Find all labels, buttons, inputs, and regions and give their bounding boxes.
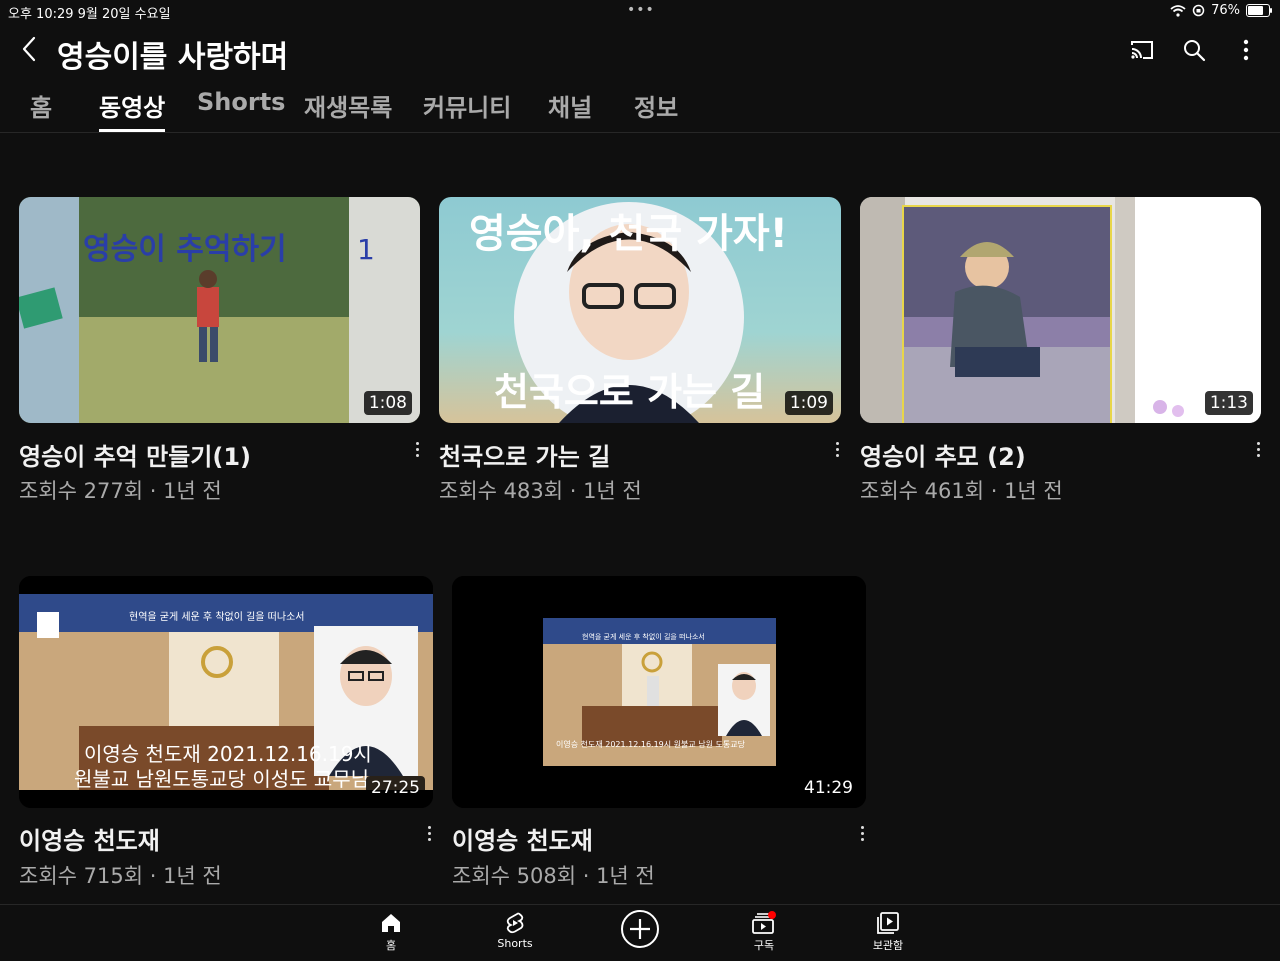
video-title[interactable]: 천국으로 가는 길 — [439, 437, 610, 472]
bottom-navigation: 홈 Shorts 구독 보관함 — [0, 904, 1280, 961]
tab-shorts[interactable]: Shorts — [197, 88, 285, 132]
status-right: 76% — [1170, 3, 1272, 18]
wifi-icon — [1170, 4, 1186, 17]
video-thumbnail[interactable]: 1:13 — [860, 197, 1261, 423]
thumbnail-overlay-subtitle: 천국으로 가는 길 — [494, 370, 765, 414]
channel-header: 영승이를 사랑하며 — [0, 24, 1280, 75]
video-duration: 1:08 — [363, 391, 412, 415]
video-thumbnail[interactable]: 현역을 굳게 세운 후 착없이 길을 떠나소서 이영승 천도재 2021.12.… — [19, 576, 433, 808]
battery-fill — [1248, 6, 1264, 15]
video-title[interactable]: 이영승 천도재 — [452, 821, 593, 856]
notification-dot — [768, 911, 776, 919]
more-vert-icon — [427, 825, 431, 829]
thumbnail-image: 현역을 굳게 세운 후 착없이 길을 떠나소서 이영승 천도재 2021.12.… — [452, 576, 866, 808]
more-vert-icon — [415, 441, 419, 445]
thumbnail-caption-line2: 원불교 남원도통교당 이성도 교무님 — [74, 767, 369, 791]
more-vert-icon — [1243, 39, 1249, 61]
video-title[interactable]: 영승이 추모 (2) — [860, 437, 1026, 472]
thumbnail-banner-text: 현역을 굳게 세운 후 착없이 길을 떠나소서 — [582, 632, 705, 641]
tab-channels[interactable]: 채널 — [548, 88, 592, 132]
thumbnail-image — [860, 197, 1261, 423]
library-icon — [877, 912, 899, 934]
home-icon — [382, 914, 400, 932]
nav-subscriptions[interactable]: 구독 — [719, 911, 809, 953]
tab-about[interactable]: 정보 — [634, 88, 678, 132]
thumbnail-banner-text: 현역을 굳게 세운 후 착없이 길을 떠나소서 — [129, 610, 304, 623]
channel-tabs: 홈 동영상 Shorts 재생목록 커뮤니티 채널 정보 — [0, 80, 1280, 133]
nav-subscriptions-label: 구독 — [753, 939, 775, 952]
shorts-icon — [506, 912, 524, 934]
nav-home-label: 홈 — [385, 939, 397, 952]
tab-community[interactable]: 커뮤니티 — [423, 88, 511, 132]
video-thumbnail[interactable]: 현역을 굳게 세운 후 착없이 길을 떠나소서 이영승 천도재 2021.12.… — [452, 576, 866, 808]
battery-percent: 76% — [1211, 3, 1240, 18]
nav-library[interactable]: 보관함 — [843, 911, 933, 953]
video-more-button[interactable] — [420, 818, 438, 848]
tab-playlists[interactable]: 재생목록 — [304, 88, 392, 132]
thumbnail-caption: 이영승 천도재 2021.12.16.19시 원불교 남원 도통교당 — [556, 739, 746, 749]
video-duration: 1:09 — [784, 391, 833, 415]
subscriptions-icon — [752, 911, 776, 934]
search-button[interactable] — [1180, 36, 1208, 64]
cast-icon — [1131, 41, 1153, 59]
orientation-lock-icon — [1192, 4, 1205, 17]
battery-icon — [1246, 4, 1272, 17]
video-title[interactable]: 영승이 추억 만들기(1) — [19, 437, 251, 472]
status-time: 오후 10:29 9월 20일 수요일 — [8, 7, 171, 22]
more-vert-icon — [860, 825, 864, 829]
video-thumbnail[interactable]: 영승아, 천국 가자! 천국으로 가는 길 1:09 — [439, 197, 841, 423]
tab-home[interactable]: 홈 — [30, 88, 52, 132]
video-meta: 조회수 461회 · 1년 전 — [860, 479, 1063, 503]
thumbnail-overlay-text: 영승이 추억하기 — [83, 232, 287, 267]
video-meta: 조회수 277회 · 1년 전 — [19, 479, 222, 503]
thumbnail-caption-line1: 이영승 천도재 2021.12.16.19시 — [84, 742, 372, 766]
thumbnail-image: 영승아, 천국 가자! 천국으로 가는 길 — [439, 197, 841, 423]
video-more-button[interactable] — [853, 818, 871, 848]
thumbnail-image: 현역을 굳게 세운 후 착없이 길을 떠나소서 이영승 천도재 2021.12.… — [19, 576, 433, 808]
channel-title: 영승이를 사랑하며 — [57, 40, 289, 75]
video-card[interactable]: 현역을 굳게 세운 후 착없이 길을 떠나소서 이영승 천도재 2021.12.… — [452, 576, 877, 888]
create-plus-icon — [621, 910, 659, 948]
video-meta: 조회수 715회 · 1년 전 — [19, 864, 222, 888]
video-meta: 조회수 483회 · 1년 전 — [439, 479, 642, 503]
video-card[interactable]: 현역을 굳게 세운 후 착없이 길을 떠나소서 이영승 천도재 2021.12.… — [19, 576, 444, 888]
video-duration: 27:25 — [366, 776, 425, 800]
multitask-dots[interactable]: ••• — [627, 2, 655, 18]
video-more-button[interactable] — [408, 434, 426, 464]
back-icon — [22, 36, 36, 62]
more-vert-icon — [835, 441, 839, 445]
video-more-button[interactable] — [828, 434, 846, 464]
more-vert-icon — [1256, 441, 1260, 445]
status-bar: 오후 10:29 9월 20일 수요일 ••• 76% — [0, 0, 1280, 24]
thumbnail-overlay-title: 영승아, 천국 가자! — [469, 211, 788, 257]
cast-button[interactable] — [1128, 36, 1156, 64]
nav-home[interactable]: 홈 — [346, 911, 436, 953]
tab-videos[interactable]: 동영상 — [99, 88, 166, 132]
nav-library-label: 보관함 — [872, 939, 904, 952]
back-button[interactable] — [14, 32, 44, 66]
thumbnail-overlay-number: 1 — [357, 233, 375, 266]
video-card[interactable]: 1:13 영승이 추모 (2) 조회수 461회 · 1년 전 — [860, 197, 1272, 507]
video-card[interactable]: 영승아, 천국 가자! 천국으로 가는 길 1:09 천국으로 가는 길 조회수… — [439, 197, 859, 507]
search-icon — [1184, 40, 1206, 62]
video-thumbnail[interactable]: 영승이 추억하기 1 1:08 — [19, 197, 420, 423]
video-duration: 41:29 — [799, 776, 858, 800]
video-duration: 1:13 — [1204, 391, 1253, 415]
video-title[interactable]: 이영승 천도재 — [19, 821, 160, 856]
video-more-button[interactable] — [1249, 434, 1267, 464]
video-meta: 조회수 508회 · 1년 전 — [452, 864, 655, 888]
thumbnail-image: 영승이 추억하기 1 — [19, 197, 420, 423]
nav-shorts[interactable]: Shorts — [470, 911, 560, 950]
nav-shorts-label: Shorts — [497, 937, 533, 950]
video-card[interactable]: 영승이 추억하기 1 1:08 영승이 추억 만들기(1) 조회수 277회 ·… — [19, 197, 439, 507]
more-options-button[interactable] — [1232, 36, 1260, 64]
nav-create[interactable] — [595, 909, 685, 949]
